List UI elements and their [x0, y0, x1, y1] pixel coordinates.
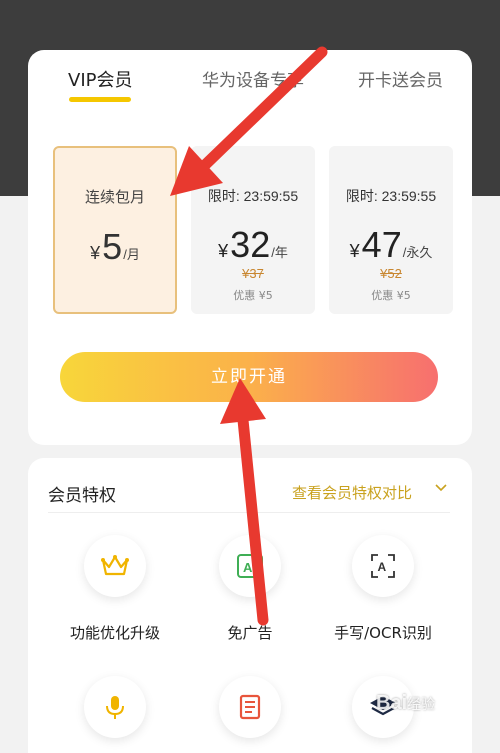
compare-privileges-link[interactable]: 查看会员特权对比 — [292, 482, 412, 503]
active-tab-indicator — [69, 97, 131, 102]
price-amount: 32 — [230, 224, 271, 265]
price-unit: /年 — [271, 245, 288, 260]
watermark-logo: Bai经验 — [376, 692, 436, 714]
currency-symbol: ¥ — [349, 241, 360, 261]
currency-symbol: ¥ — [90, 243, 101, 263]
microphone-icon[interactable] — [84, 676, 146, 738]
feature-label: 功能优化升级 — [69, 624, 160, 642]
price: ¥ 5 /月 — [55, 226, 175, 268]
crown-icon[interactable] — [84, 535, 146, 597]
feature-label: 免广告 — [227, 624, 273, 642]
chevron-down-icon[interactable] — [434, 480, 448, 498]
price-amount: 47 — [361, 224, 402, 265]
currency-symbol: ¥ — [218, 241, 229, 261]
plan-yearly[interactable]: 限时: 23:59:55 ¥ 32 /年 ¥37 优惠 ¥5 — [191, 146, 315, 314]
discount-label: 优惠 ¥5 — [233, 289, 273, 302]
countdown-timer: 限时: 23:59:55 — [345, 188, 437, 204]
tab-card-gift[interactable]: 开卡送会员 — [358, 66, 443, 91]
original-price: ¥37 — [242, 266, 264, 281]
feature-label: 手写/OCR识别 — [334, 624, 432, 642]
price: ¥ 32 /年 — [191, 224, 315, 266]
original-price: ¥52 — [380, 266, 402, 281]
svg-text:A: A — [378, 560, 387, 574]
tab-huawei-exclusive[interactable]: 华为设备专享 — [202, 66, 320, 91]
svg-text:Ad: Ad — [243, 560, 260, 575]
document-icon[interactable] — [219, 676, 281, 738]
plan-name: 连续包月 — [84, 188, 145, 206]
tab-vip[interactable]: VIP会员 — [68, 66, 132, 92]
plan-monthly[interactable]: 连续包月 ¥ 5 /月 — [53, 146, 177, 314]
divider — [48, 512, 450, 513]
privileges-title: 会员特权 — [48, 486, 116, 506]
discount-label: 优惠 ¥5 — [371, 289, 411, 302]
ocr-scan-icon[interactable]: A — [352, 535, 414, 597]
ad-free-icon[interactable]: Ad — [219, 535, 281, 597]
plan-lifetime[interactable]: 限时: 23:59:55 ¥ 47 /永久 ¥52 优惠 ¥5 — [329, 146, 453, 314]
price: ¥ 47 /永久 — [329, 224, 453, 266]
subscribe-now-button[interactable]: 立即开通 — [60, 352, 438, 402]
countdown-timer: 限时: 23:59:55 — [207, 188, 299, 204]
price-unit: /永久 — [402, 245, 433, 260]
price-unit: /月 — [123, 247, 140, 262]
price-amount: 5 — [102, 226, 123, 267]
